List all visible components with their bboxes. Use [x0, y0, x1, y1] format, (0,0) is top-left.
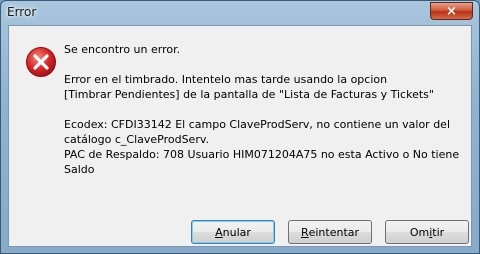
message-summary: Se encontro un error.	[64, 43, 181, 56]
message-detail: Error en el timbrado. Intentelo mas tard…	[64, 73, 434, 101]
close-icon: ×	[446, 3, 457, 19]
error-icon	[26, 47, 56, 77]
dialog-body: Se encontro un error. Error en el timbra…	[8, 25, 472, 247]
reintentar-button[interactable]: Reintentar	[288, 220, 372, 244]
omitir-button[interactable]: Om i tir	[385, 220, 469, 244]
close-button[interactable]: ×	[430, 2, 473, 20]
error-dialog: Error × Se encontro un error. Error en e…	[0, 0, 480, 254]
window-title: Error	[7, 5, 37, 19]
anular-label: nular	[222, 225, 251, 239]
omitir-label-rest: tir	[432, 225, 445, 239]
anular-mnemonic: A	[215, 225, 223, 239]
anular-button[interactable]: Anular	[191, 220, 275, 244]
reintentar-mnemonic: R	[300, 225, 309, 239]
reintentar-label: eintentar	[308, 225, 360, 239]
title-bar[interactable]: Error ×	[1, 1, 479, 25]
omitir-label-pre: Om	[409, 225, 430, 239]
message-pac-detail: Ecodex: CFDI33142 El campo ClaveProdServ…	[64, 118, 460, 176]
error-message: Se encontro un error. Error en el timbra…	[64, 42, 464, 177]
